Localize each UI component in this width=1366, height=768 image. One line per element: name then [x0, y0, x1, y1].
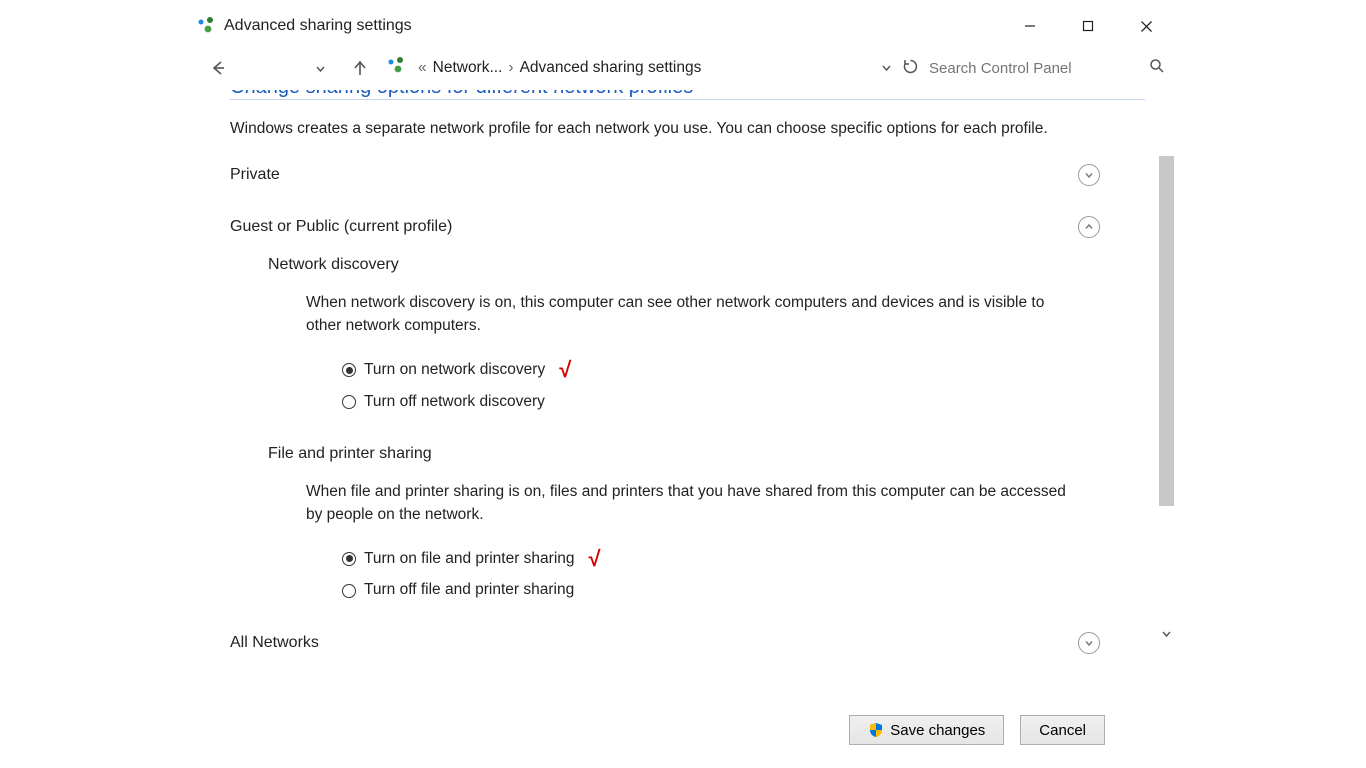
radio-file-sharing-on[interactable]: Turn on file and printer sharing √: [342, 540, 1145, 577]
up-button[interactable]: [346, 59, 374, 77]
file-sharing-options: Turn on file and printer sharing √ Turn …: [342, 540, 1145, 604]
vertical-scrollbar[interactable]: [1158, 156, 1175, 642]
back-button[interactable]: [204, 59, 232, 77]
search-icon[interactable]: [1149, 58, 1165, 78]
page-heading: Change sharing options for different net…: [230, 90, 1145, 100]
network-sharing-icon: [196, 16, 216, 36]
close-button[interactable]: [1117, 6, 1175, 46]
search-input[interactable]: [929, 60, 1129, 77]
save-changes-button[interactable]: Save changes: [849, 715, 1004, 745]
chevron-down-icon: [1083, 637, 1095, 649]
radio-network-discovery-off[interactable]: Turn off network discovery: [342, 389, 1145, 415]
uac-shield-icon: [868, 722, 884, 738]
address-dropdown[interactable]: [881, 60, 892, 77]
window-controls: [1001, 6, 1175, 46]
breadcrumb[interactable]: « Network... › Advanced sharing settings: [418, 59, 701, 77]
file-sharing-heading: File and printer sharing: [268, 445, 1145, 463]
radio-icon: [342, 395, 356, 409]
network-discovery-description: When network discovery is on, this compu…: [306, 292, 1076, 337]
network-discovery-heading: Network discovery: [268, 256, 1145, 274]
profile-private-header[interactable]: Private: [230, 164, 1100, 186]
radio-icon: [342, 584, 356, 598]
maximize-button[interactable]: [1059, 6, 1117, 46]
network-sharing-icon: [386, 56, 406, 80]
breadcrumb-network[interactable]: Network...: [433, 59, 503, 77]
button-label: Cancel: [1039, 722, 1086, 739]
file-sharing-description: When file and printer sharing is on, fil…: [306, 481, 1076, 526]
chevron-left-icon: «: [418, 59, 427, 77]
button-label: Save changes: [890, 722, 985, 739]
collapse-guest-button[interactable]: [1078, 216, 1100, 238]
scroll-down-button[interactable]: [1158, 625, 1175, 642]
profile-guest-label: Guest or Public (current profile): [230, 218, 1078, 236]
expand-all-button[interactable]: [1078, 632, 1100, 654]
profile-all-label: All Networks: [230, 634, 1078, 652]
chevron-up-icon: [1083, 221, 1095, 233]
chevron-down-icon: [1083, 169, 1095, 181]
radio-icon: [342, 363, 356, 377]
radio-label: Turn on network discovery: [364, 357, 545, 383]
profile-all-header[interactable]: All Networks: [230, 632, 1100, 654]
radio-file-sharing-off[interactable]: Turn off file and printer sharing: [342, 577, 1145, 603]
scrollbar-thumb[interactable]: [1159, 156, 1174, 506]
profile-private-label: Private: [230, 166, 1078, 184]
recent-dropdown[interactable]: [306, 63, 334, 74]
breadcrumb-current[interactable]: Advanced sharing settings: [520, 59, 702, 77]
checkmark-icon: √: [589, 540, 601, 577]
radio-label: Turn off network discovery: [364, 389, 545, 415]
chevron-right-icon: ›: [508, 59, 513, 77]
radio-label: Turn on file and printer sharing: [364, 546, 575, 572]
footer: Save changes Cancel: [190, 702, 1175, 758]
control-panel-window: Advanced sharing settings: [190, 6, 1175, 758]
minimize-button[interactable]: [1001, 6, 1059, 46]
profile-guest-header[interactable]: Guest or Public (current profile): [230, 216, 1100, 238]
content-area: Change sharing options for different net…: [190, 90, 1175, 702]
navbar: « Network... › Advanced sharing settings: [190, 46, 1175, 90]
window-title: Advanced sharing settings: [224, 17, 412, 35]
page-description: Windows creates a separate network profi…: [230, 118, 1070, 140]
titlebar: Advanced sharing settings: [190, 6, 1175, 46]
radio-icon: [342, 552, 356, 566]
network-discovery-options: Turn on network discovery √ Turn off net…: [342, 351, 1145, 415]
radio-label: Turn off file and printer sharing: [364, 577, 574, 603]
radio-network-discovery-on[interactable]: Turn on network discovery √: [342, 351, 1145, 388]
refresh-button[interactable]: [902, 58, 919, 79]
expand-private-button[interactable]: [1078, 164, 1100, 186]
cancel-button[interactable]: Cancel: [1020, 715, 1105, 745]
checkmark-icon: √: [559, 351, 571, 388]
